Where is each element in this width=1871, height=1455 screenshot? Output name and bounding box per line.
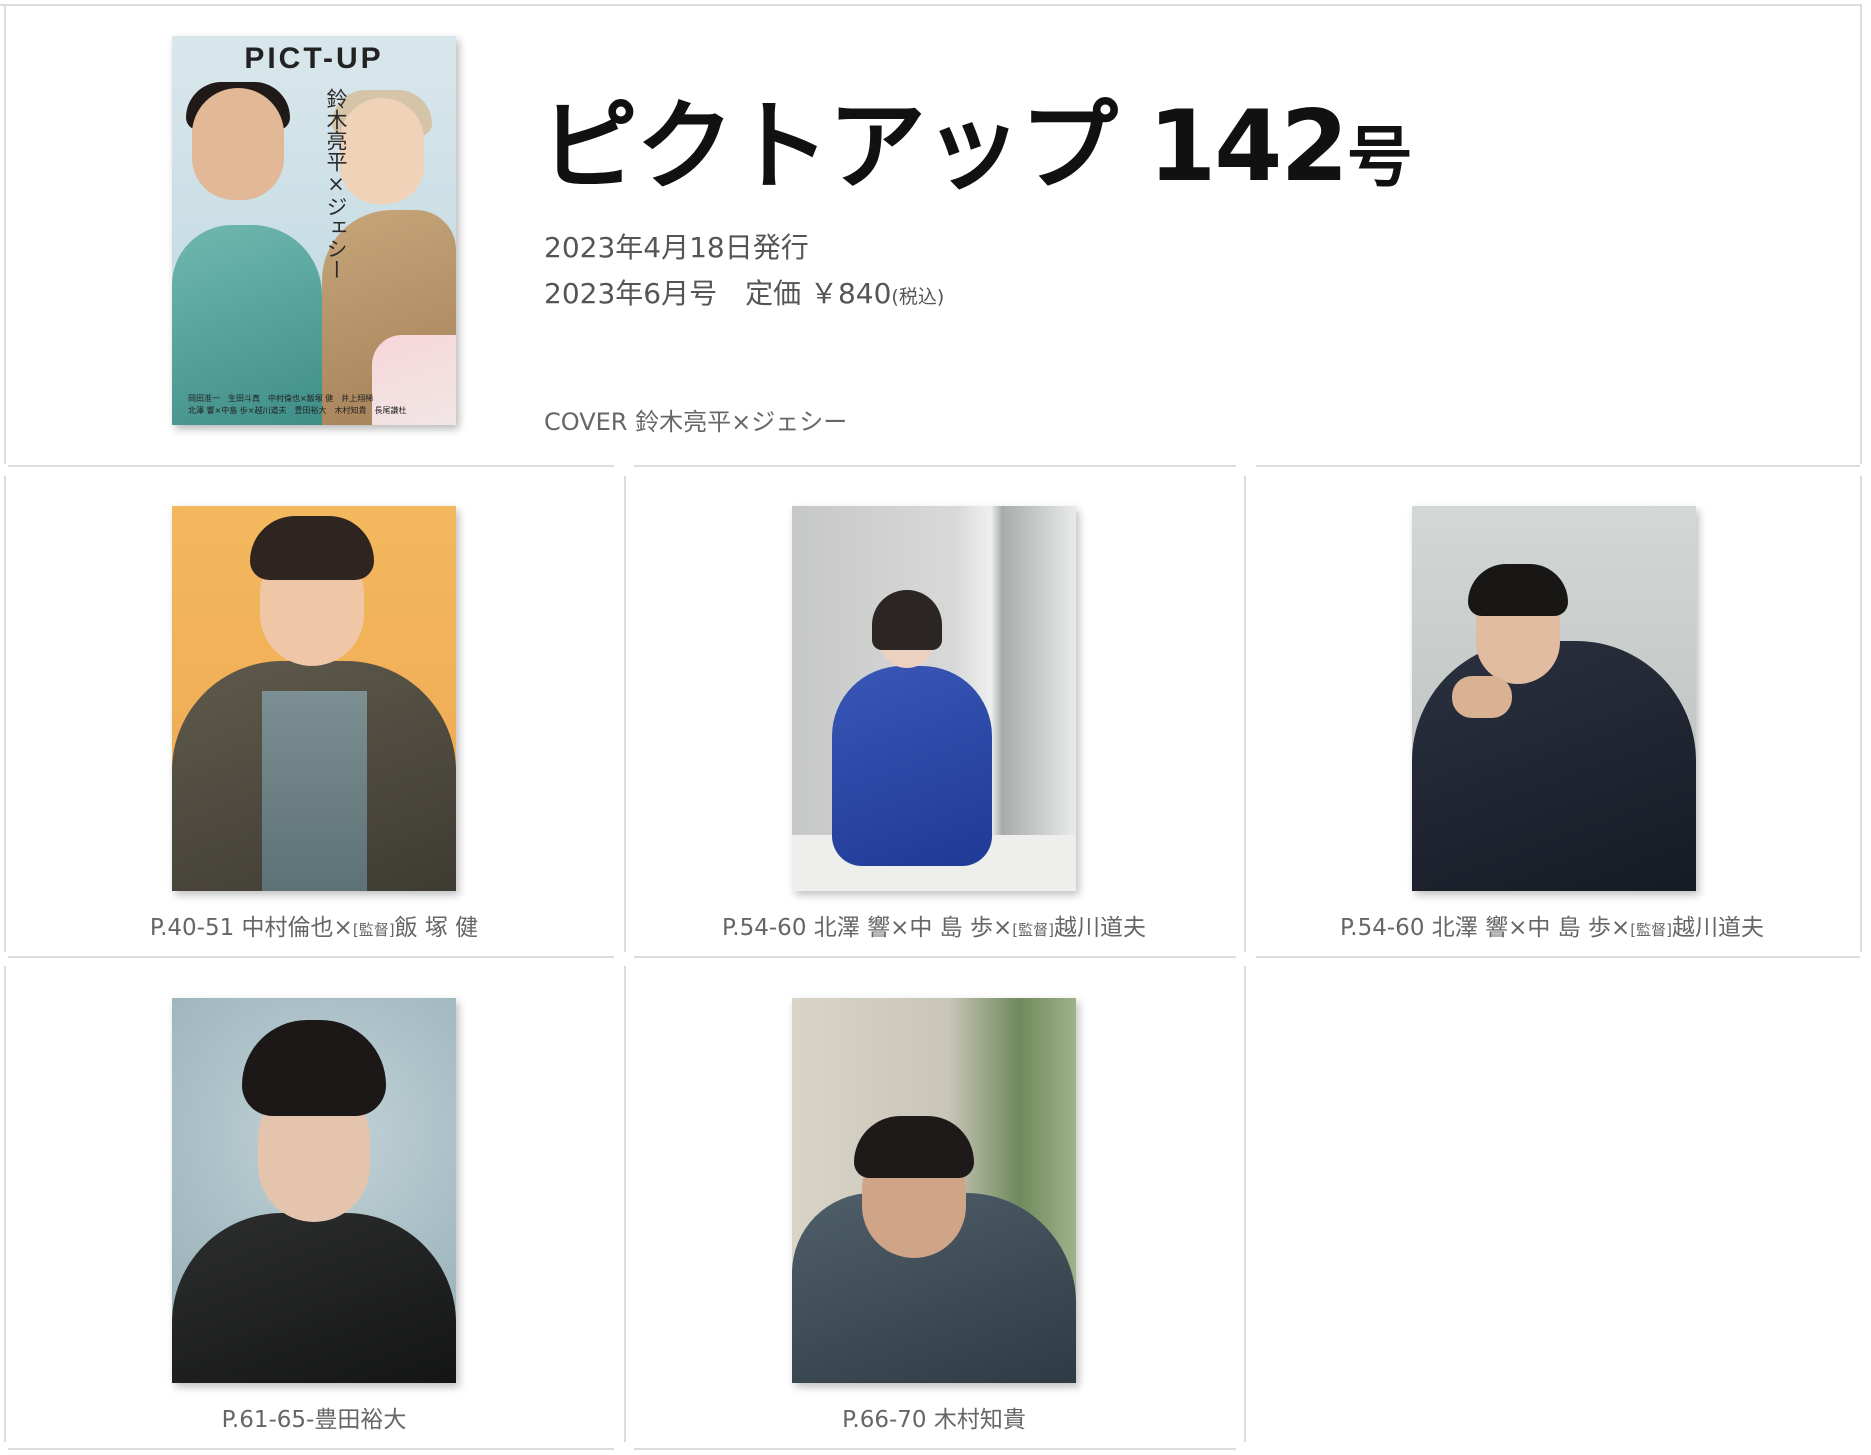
cover-figure-right-face bbox=[340, 98, 424, 204]
cover-credits-line1: 岡田准一 生田斗真 中村倫也×飯塚 健 井上翔稀 bbox=[188, 394, 374, 403]
photo3-hair bbox=[1468, 564, 1568, 616]
caption4-names: 豊田裕大 bbox=[314, 1407, 407, 1433]
cover-credits-line2: 北澤 響×中島 歩×越川道夫 豊田裕大 木村知貴 長尾謙杜 bbox=[188, 406, 407, 415]
article-caption-3[interactable]: P.54-60 北澤 響×中 島 歩×[監督]越川道夫 bbox=[1244, 908, 1860, 942]
caption4-pages: P.61-65- bbox=[221, 1407, 315, 1433]
caption2-director: 越川道夫 bbox=[1053, 915, 1146, 941]
article-photo-5[interactable] bbox=[792, 998, 1076, 1383]
price-line: 2023年6月号 定価 ￥840(税込) bbox=[544, 272, 944, 312]
row3-divider-b bbox=[634, 1448, 1236, 1450]
cover-figure-left-face bbox=[192, 88, 284, 200]
article-caption-2[interactable]: P.54-60 北澤 響×中 島 歩×[監督]越川道夫 bbox=[624, 908, 1244, 942]
photo3-suit bbox=[1412, 641, 1696, 891]
cover-caption: COVER 鈴木亮平×ジェシー bbox=[544, 408, 848, 436]
photo3-hand bbox=[1452, 676, 1512, 718]
photo4-shirt bbox=[172, 1213, 456, 1383]
issue-title-suffix: 号 bbox=[1346, 119, 1413, 196]
photo4-hair bbox=[242, 1020, 386, 1116]
caption3-director-tag: [監督] bbox=[1630, 921, 1672, 939]
row3-divider-a bbox=[8, 1448, 614, 1450]
caption5-pages: P.66-70 bbox=[842, 1407, 927, 1433]
caption5-names: 木村知貴 bbox=[926, 1407, 1026, 1433]
row2-divider-c bbox=[1256, 956, 1860, 958]
col-divider-2 bbox=[624, 476, 626, 952]
caption1-director: 飯 塚 健 bbox=[394, 915, 479, 941]
col-divider-1 bbox=[4, 476, 6, 952]
col-divider-5 bbox=[4, 966, 6, 1442]
article-photo-1[interactable] bbox=[172, 506, 456, 891]
photo2-hair bbox=[872, 590, 942, 650]
col-divider-4 bbox=[1860, 476, 1862, 952]
top-border bbox=[0, 4, 1860, 6]
cover-credits: 岡田准一 生田斗真 中村倫也×飯塚 健 井上翔稀 北澤 響×中島 歩×越川道夫 … bbox=[188, 393, 446, 417]
photo2-dress bbox=[832, 666, 992, 866]
caption2-pages: P.54-60 bbox=[722, 915, 807, 941]
article-photo-4[interactable] bbox=[172, 998, 456, 1383]
caption3-pages: P.54-60 bbox=[1340, 915, 1425, 941]
article-photo-3[interactable] bbox=[1412, 506, 1696, 891]
row1-divider-a bbox=[8, 465, 614, 467]
article-photo-2[interactable] bbox=[792, 506, 1076, 891]
publication-date: 2023年4月18日発行 bbox=[544, 231, 809, 264]
magazine-cover-image[interactable]: PICT-UP 鈴木亮平×ジェシー 岡田准一 生田斗真 中村倫也×飯塚 健 井上… bbox=[172, 36, 456, 425]
article-caption-1[interactable]: P.40-51 中村倫也×[監督]飯 塚 健 bbox=[4, 908, 624, 942]
price-text: 2023年6月号 定価 ￥840 bbox=[544, 277, 892, 310]
col-divider-3 bbox=[1244, 476, 1246, 952]
photo1-hair bbox=[250, 516, 374, 580]
cover-logo: PICT-UP bbox=[244, 42, 384, 75]
caption1-director-tag: [監督] bbox=[352, 921, 395, 939]
photo5-hair bbox=[854, 1116, 974, 1178]
row2-divider-b bbox=[634, 956, 1236, 958]
caption3-director: 越川道夫 bbox=[1671, 915, 1764, 941]
col-divider-6 bbox=[624, 966, 626, 1442]
cover-tagline: 鈴木亮平×ジェシー bbox=[324, 88, 348, 280]
row2-divider-a bbox=[8, 956, 614, 958]
issue-title-main: ピクトアップ 142 bbox=[540, 90, 1349, 204]
left-border-header bbox=[4, 4, 6, 464]
caption3-names: 北澤 響×中 島 歩× bbox=[1424, 915, 1631, 941]
caption1-pages: P.40-51 bbox=[149, 915, 235, 941]
right-border-header bbox=[1860, 4, 1862, 464]
price-tax-note: (税込) bbox=[891, 286, 945, 308]
row1-divider-b bbox=[634, 465, 1236, 467]
row1-divider-c bbox=[1256, 465, 1860, 467]
caption2-director-tag: [監督] bbox=[1012, 921, 1054, 939]
article-caption-5[interactable]: P.66-70 木村知貴 bbox=[624, 1400, 1244, 1434]
article-caption-4[interactable]: P.61-65-豊田裕大 bbox=[4, 1400, 624, 1434]
caption2-names: 北澤 響×中 島 歩× bbox=[806, 915, 1013, 941]
photo1-shirt bbox=[262, 691, 367, 891]
issue-title: ピクトアップ 142号 bbox=[540, 98, 1413, 196]
col-divider-7 bbox=[1244, 966, 1246, 1442]
caption1-names: 中村倫也× bbox=[234, 915, 353, 941]
